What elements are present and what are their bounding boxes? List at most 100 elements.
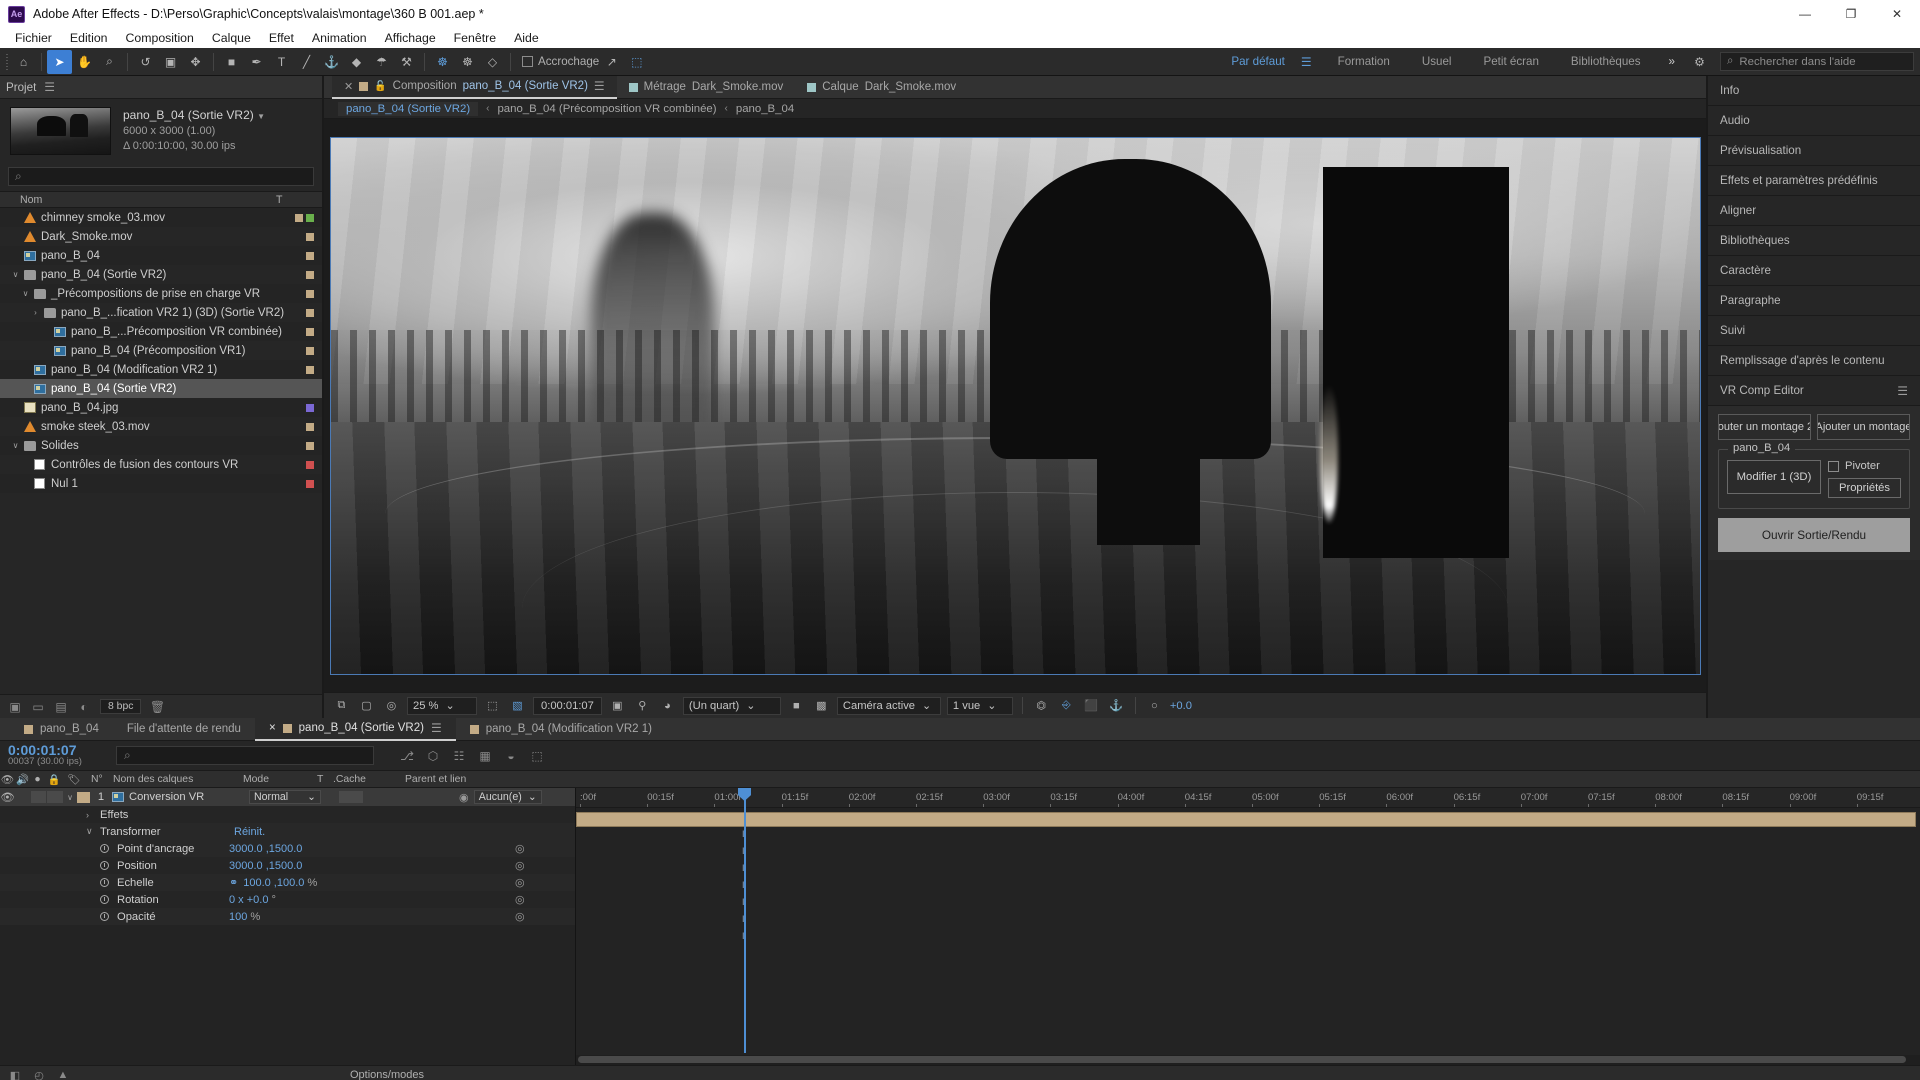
motion-blur-icon[interactable]: ◒ (504, 749, 518, 763)
project-item-4[interactable]: ∨ _Précompositions de prise en charge VR (0, 284, 322, 303)
project-item-7[interactable]: pano_B_04 (Précomposition VR1) (0, 341, 322, 360)
effects-twirl-icon[interactable]: › (86, 810, 100, 820)
timeline-tab-render-queue[interactable]: File d'attente de rendu (113, 718, 255, 741)
camera-select[interactable]: Caméra active ⌄ (836, 696, 941, 715)
canvas-area[interactable] (324, 119, 1706, 692)
project-item-8[interactable]: pano_B_04 (Modification VR2 1) (0, 360, 322, 379)
timeline-horizontal-scrollbar[interactable] (576, 1055, 1920, 1065)
viewer-tab-composition[interactable]: ✕ 🔓 Composition pano_B_04 (Sortie VR2) ☰ (332, 75, 617, 99)
camera-tool[interactable]: ▣ (158, 50, 183, 74)
layer-visibility-toggle[interactable]: 👁 (0, 791, 15, 804)
panel-biblioth-ques[interactable]: Bibliothèques (1708, 226, 1920, 256)
workspace-tab-bibliotheques[interactable]: Bibliothèques (1555, 48, 1657, 76)
property-pickwhip-icon[interactable]: ◎ (515, 842, 575, 855)
workspace-tab-usuel[interactable]: Usuel (1406, 48, 1468, 76)
composition-mini-flowchart-icon[interactable]: ⎇ (400, 749, 414, 763)
twirl-icon[interactable]: ∨ (10, 270, 21, 279)
current-time-display[interactable]: 0:00:01:07 (533, 696, 602, 715)
viewer-tab-metrage[interactable]: Métrage Dark_Smoke.mov (617, 76, 796, 99)
tag-swatch[interactable] (306, 232, 314, 241)
zoom-level-select[interactable]: 25 % ⌄ (407, 696, 477, 715)
menu-item-calque[interactable]: Calque (203, 28, 260, 48)
text-tool[interactable]: T (269, 50, 294, 74)
tag-swatch[interactable] (306, 422, 314, 431)
breadcrumb-item-1[interactable]: pano_B_04 (Précomposition VR combinée) (497, 103, 716, 115)
property-row-opacit-[interactable]: Opacité 100% ◎ (0, 908, 575, 925)
timeline-tab-modification-vr2[interactable]: pano_B_04 (Modification VR2 1) (456, 718, 666, 741)
selection-tool[interactable]: ➤ (47, 49, 72, 74)
layer-parent-select[interactable]: Aucun(e) ⌄ (473, 790, 542, 804)
views-select[interactable]: 1 vue ⌄ (946, 696, 1013, 715)
timeline-search-input[interactable]: ⌕ (116, 746, 374, 765)
menu-item-composition[interactable]: Composition (117, 28, 203, 48)
display-icon[interactable]: ▢ (357, 696, 376, 715)
property-pickwhip-icon[interactable]: ◎ (515, 876, 575, 889)
column-type[interactable]: T (276, 194, 322, 206)
table-row[interactable]: › Effets (0, 806, 575, 823)
property-row-echelle[interactable]: Echelle ⚭ 100.0 ,100.0% ◎ (0, 874, 575, 891)
tag-swatch[interactable] (306, 251, 314, 260)
hide-shy-layers-icon[interactable]: ☷ (452, 749, 466, 763)
property-value[interactable]: 3000.0 ,1500.0 (229, 843, 302, 855)
property-pickwhip-icon[interactable]: ◎ (515, 859, 575, 872)
timeline-menu-icon[interactable]: ☰ (431, 721, 442, 735)
frame-blending-icon[interactable]: ▦ (478, 749, 492, 763)
snapping-toggle[interactable]: Accrochage (522, 55, 599, 68)
layer-color-swatch[interactable] (77, 791, 90, 803)
home-icon[interactable]: ⌂ (11, 50, 36, 74)
twirl-icon[interactable]: ∨ (10, 441, 21, 450)
timeline-tab-sortie-vr2[interactable]: × pano_B_04 (Sortie VR2) ☰ (254, 717, 456, 741)
project-item-9[interactable]: pano_B_04 (Sortie VR2) (0, 379, 322, 398)
property-value[interactable]: 100 (229, 911, 247, 923)
breadcrumb-item-2[interactable]: pano_B_04 (736, 103, 794, 115)
add-edit-button[interactable]: Ajouter un montage (1817, 414, 1910, 440)
shape-tool[interactable]: ■ (219, 50, 244, 74)
property-pickwhip-icon[interactable]: ◎ (515, 910, 575, 923)
menu-item-fichier[interactable]: Fichier (6, 28, 61, 48)
always-preview-icon[interactable]: ⧉ (332, 696, 351, 715)
tag-swatch[interactable] (306, 460, 314, 469)
menu-item-effet[interactable]: Effet (260, 28, 303, 48)
column-track-matte[interactable]: T (317, 774, 333, 785)
hand-tool[interactable]: ✋ (72, 50, 97, 74)
world-axis-icon[interactable]: ☸ (455, 50, 480, 74)
snapshot-icon[interactable]: ▣ (608, 696, 627, 715)
view-axis-icon[interactable]: ◇ (480, 50, 505, 74)
column-name[interactable]: Nom (6, 194, 276, 206)
panel-suivi[interactable]: Suivi (1708, 316, 1920, 346)
channels-icon[interactable]: ◕ (658, 696, 677, 715)
transparency-grid-icon[interactable]: ▧ (508, 696, 527, 715)
snap-arrow-icon[interactable]: ↗ (599, 50, 624, 74)
project-item-6[interactable]: pano_B_...Précomposition VR combinée) (0, 322, 322, 341)
delete-icon[interactable]: 🗑 (150, 700, 165, 714)
property-value[interactable]: 3000.0 ,1500.0 (229, 860, 302, 872)
brush-tool[interactable]: ╱ (294, 50, 319, 74)
table-row[interactable]: ∨ Transformer Réinit. (0, 823, 575, 840)
project-item-1[interactable]: Dark_Smoke.mov (0, 227, 322, 246)
rotate-checkbox[interactable] (1828, 460, 1839, 472)
toggle-mask-icon[interactable]: ▩ (812, 696, 831, 715)
frame-render-time-icon[interactable]: ◴ (32, 1068, 46, 1080)
panel-pr-visualisation[interactable]: Prévisualisation (1708, 136, 1920, 166)
layer-mode-select[interactable]: Normal ⌄ (249, 790, 321, 804)
stopwatch-icon[interactable] (100, 912, 109, 921)
panel-aligner[interactable]: Aligner (1708, 196, 1920, 226)
transform-reset-link[interactable]: Réinit. (234, 826, 265, 838)
tag-swatch[interactable] (306, 327, 314, 336)
eraser-tool[interactable]: ◆ (344, 50, 369, 74)
panel-remplissage-d-apr-s-le-contenu[interactable]: Remplissage d'après le contenu (1708, 346, 1920, 376)
menu-item-fenetre[interactable]: Fenêtre (445, 28, 505, 48)
breadcrumb-item-0[interactable]: pano_B_04 (Sortie VR2) (338, 101, 479, 116)
stopwatch-icon[interactable] (100, 844, 109, 853)
timeline-icon[interactable]: ⬛ (1082, 696, 1101, 715)
tag-swatch[interactable] (306, 365, 314, 374)
property-pickwhip-icon[interactable]: ◎ (515, 893, 575, 906)
roto-brush-tool[interactable]: ☂ (369, 50, 394, 74)
column-mode[interactable]: Mode (243, 774, 317, 785)
rotate-toggle[interactable]: Pivoter (1828, 460, 1901, 472)
timeline-ruler[interactable]: :00f 00:15f 01:00f 01:15f 02:00f 02:15f 03:00f… (576, 788, 1920, 808)
tag-swatch[interactable] (306, 308, 314, 317)
stopwatch-icon[interactable] (100, 861, 109, 870)
group-label-effets[interactable]: Effets (100, 809, 128, 821)
timeline-track-area[interactable]: :00f 00:15f 01:00f 01:15f 02:00f 02:15f 03:00f… (576, 788, 1920, 1065)
